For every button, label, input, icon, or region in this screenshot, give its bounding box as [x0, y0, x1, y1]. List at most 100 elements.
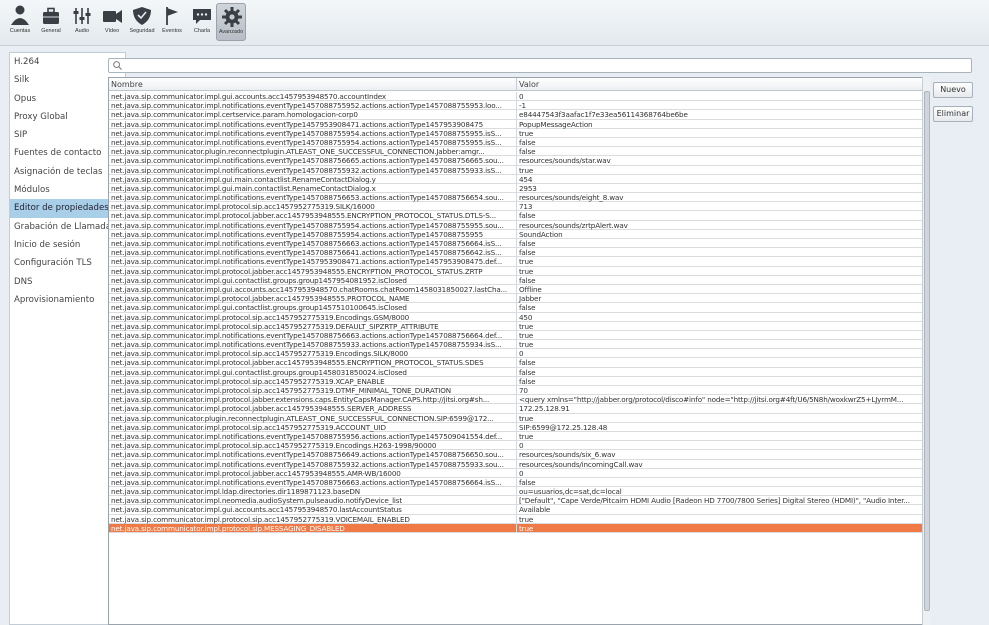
- table-row[interactable]: net.java.sip.communicator.impl.notificat…: [109, 431, 929, 442]
- table-scrollbar[interactable]: [922, 77, 930, 625]
- property-value-cell[interactable]: true: [517, 414, 929, 423]
- table-row[interactable]: net.java.sip.communicator.impl.notificat…: [109, 239, 929, 249]
- toolbar-seguridad-button[interactable]: Seguridad: [127, 3, 157, 41]
- table-row[interactable]: net.java.sip.communicator.impl.notificat…: [109, 193, 929, 203]
- property-value-cell[interactable]: -1: [517, 101, 929, 110]
- table-row[interactable]: net.java.sip.communicator.impl.gui.conta…: [109, 367, 929, 377]
- table-row[interactable]: net.java.sip.communicator.impl.neomedia.…: [109, 496, 929, 506]
- property-value-cell[interactable]: true: [517, 432, 929, 441]
- property-value-cell[interactable]: Jabber: [517, 294, 929, 303]
- property-value-cell[interactable]: false: [517, 276, 929, 285]
- table-row[interactable]: net.java.sip.communicator.impl.protocol.…: [109, 468, 929, 478]
- table-row[interactable]: net.java.sip.communicator.impl.protocol.…: [109, 312, 929, 322]
- table-row[interactable]: net.java.sip.communicator.impl.protocol.…: [109, 202, 929, 212]
- property-value-cell[interactable]: 0: [517, 92, 929, 101]
- property-value-cell[interactable]: resources/sounds/incomingCall.wav: [517, 460, 929, 469]
- property-value-cell[interactable]: SIP:6599@172.25.128.48: [517, 423, 929, 432]
- table-row[interactable]: net.java.sip.communicator.impl.notificat…: [109, 450, 929, 460]
- search-box[interactable]: [108, 58, 972, 73]
- property-value-cell[interactable]: true: [517, 129, 929, 138]
- property-value-cell[interactable]: Available: [517, 505, 929, 514]
- property-value-cell[interactable]: false: [517, 377, 929, 386]
- table-row[interactable]: net.java.sip.communicator.impl.protocol.…: [109, 376, 929, 386]
- toolbar-v-deo-button[interactable]: Vídeo: [97, 3, 127, 41]
- search-input[interactable]: [125, 59, 965, 72]
- property-value-cell[interactable]: SoundAction: [517, 230, 929, 239]
- property-value-cell[interactable]: true: [517, 257, 929, 266]
- table-row[interactable]: net.java.sip.communicator.impl.notificat…: [109, 340, 929, 350]
- property-value-cell[interactable]: false: [517, 478, 929, 487]
- property-value-cell[interactable]: 70: [517, 386, 929, 395]
- table-row[interactable]: net.java.sip.communicator.impl.notificat…: [109, 101, 929, 111]
- property-value-cell[interactable]: true: [517, 515, 929, 524]
- table-row[interactable]: net.java.sip.communicator.plugin.reconne…: [109, 413, 929, 423]
- column-header-name[interactable]: Nombre: [109, 78, 517, 91]
- table-row[interactable]: net.java.sip.communicator.impl.notificat…: [109, 156, 929, 166]
- property-value-cell[interactable]: <query xmlns="http://jabber.org/protocol…: [517, 395, 929, 404]
- table-row[interactable]: net.java.sip.communicator.impl.gui.conta…: [109, 303, 929, 313]
- toolbar-audio-button[interactable]: Audio: [67, 3, 97, 41]
- table-row[interactable]: net.java.sip.communicator.impl.notificat…: [109, 128, 929, 138]
- delete-button[interactable]: Eliminar: [933, 106, 973, 122]
- property-value-cell[interactable]: ou=usuarios,dc=sat,dc=local: [517, 487, 929, 496]
- table-row[interactable]: net.java.sip.communicator.impl.protocol.…: [109, 211, 929, 221]
- table-row[interactable]: net.java.sip.communicator.impl.gui.conta…: [109, 275, 929, 285]
- table-row[interactable]: net.java.sip.communicator.impl.certservi…: [109, 110, 929, 120]
- table-row[interactable]: net.java.sip.communicator.impl.protocol.…: [109, 294, 929, 304]
- property-value-cell[interactable]: 0: [517, 349, 929, 358]
- table-row[interactable]: net.java.sip.communicator.impl.protocol.…: [109, 266, 929, 276]
- toolbar-cuentas-button[interactable]: Cuentas: [5, 3, 35, 41]
- property-value-cell[interactable]: false: [517, 239, 929, 248]
- table-row[interactable]: net.java.sip.communicator.impl.protocol.…: [109, 514, 929, 524]
- table-row[interactable]: net.java.sip.communicator.impl.gui.main.…: [109, 174, 929, 184]
- property-value-cell[interactable]: false: [517, 368, 929, 377]
- property-value-cell[interactable]: 713: [517, 202, 929, 211]
- table-row[interactable]: net.java.sip.communicator.impl.notificat…: [109, 477, 929, 488]
- property-value-cell[interactable]: 172.25.128.91: [517, 404, 929, 413]
- table-row[interactable]: net.java.sip.communicator.impl.notificat…: [109, 220, 929, 230]
- table-row[interactable]: net.java.sip.communicator.impl.notificat…: [109, 229, 929, 239]
- toolbar-avanzado-button[interactable]: Avanzado: [216, 3, 246, 41]
- property-value-cell[interactable]: resources/sounds/eight_8.wav: [517, 193, 929, 202]
- property-value-cell[interactable]: PopupMessageAction: [517, 120, 929, 129]
- table-row[interactable]: net.java.sip.communicator.impl.protocol.…: [109, 395, 929, 405]
- table-row[interactable]: net.java.sip.communicator.impl.notificat…: [109, 330, 929, 341]
- property-value-cell[interactable]: ["Default", "Cape Verde/Pitcairn HDMI Au…: [517, 496, 929, 505]
- property-value-cell[interactable]: 450: [517, 313, 929, 322]
- table-row[interactable]: net.java.sip.communicator.impl.protocol.…: [109, 404, 929, 414]
- property-value-cell[interactable]: 2953: [517, 184, 929, 193]
- table-row[interactable]: net.java.sip.communicator.impl.notificat…: [109, 248, 929, 258]
- table-row[interactable]: net.java.sip.communicator.impl.protocol.…: [109, 441, 929, 451]
- property-value-cell[interactable]: 0: [517, 469, 929, 478]
- property-value-cell[interactable]: 0: [517, 441, 929, 450]
- table-row[interactable]: net.java.sip.communicator.plugin.reconne…: [109, 147, 929, 157]
- table-row[interactable]: net.java.sip.communicator.impl.protocol.…: [109, 386, 929, 396]
- property-value-cell[interactable]: false: [517, 138, 929, 147]
- property-value-cell[interactable]: true: [517, 331, 929, 340]
- table-row[interactable]: net.java.sip.communicator.impl.protocol.…: [109, 422, 929, 432]
- property-value-cell[interactable]: false: [517, 147, 929, 156]
- property-value-cell[interactable]: false: [517, 211, 929, 220]
- property-value-cell[interactable]: false: [517, 358, 929, 367]
- property-value-cell[interactable]: false: [517, 248, 929, 257]
- property-value-cell[interactable]: true: [517, 524, 929, 533]
- toolbar-general-button[interactable]: General: [36, 3, 66, 41]
- toolbar-eventos-button[interactable]: Eventos: [157, 3, 187, 41]
- table-row[interactable]: net.java.sip.communicator.impl.protocol.…: [109, 523, 929, 533]
- table-row[interactable]: net.java.sip.communicator.impl.ldap.dire…: [109, 487, 929, 497]
- property-value-cell[interactable]: false: [517, 303, 929, 312]
- toolbar-charla-button[interactable]: Charla: [187, 3, 217, 41]
- table-row[interactable]: net.java.sip.communicator.impl.notificat…: [109, 257, 929, 267]
- column-header-value[interactable]: Valor: [517, 78, 929, 91]
- table-row[interactable]: net.java.sip.communicator.impl.notificat…: [109, 165, 929, 175]
- table-row[interactable]: net.java.sip.communicator.impl.gui.accou…: [109, 284, 929, 295]
- property-value-cell[interactable]: Offline: [517, 285, 929, 294]
- table-row[interactable]: net.java.sip.communicator.impl.notificat…: [109, 459, 929, 469]
- table-row[interactable]: net.java.sip.communicator.impl.protocol.…: [109, 349, 929, 359]
- property-value-cell[interactable]: resources/sounds/zrtpAlert.wav: [517, 221, 929, 230]
- table-row[interactable]: net.java.sip.communicator.impl.gui.accou…: [109, 505, 929, 515]
- new-button[interactable]: Nuevo: [933, 82, 973, 98]
- table-row[interactable]: net.java.sip.communicator.impl.gui.accou…: [109, 92, 929, 102]
- property-value-cell[interactable]: resources/sounds/star.wav: [517, 156, 929, 165]
- table-row[interactable]: net.java.sip.communicator.impl.protocol.…: [109, 321, 929, 331]
